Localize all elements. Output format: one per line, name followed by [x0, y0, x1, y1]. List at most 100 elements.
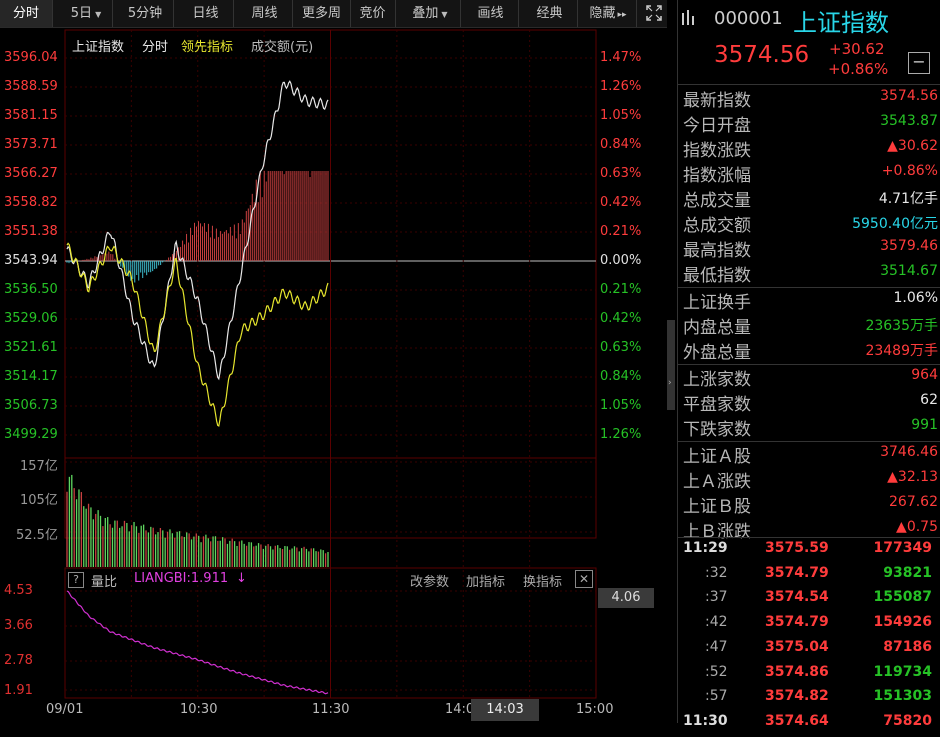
caret-down-icon: ▼ — [95, 10, 102, 19]
panel-splitter[interactable] — [667, 320, 675, 410]
tick-price: 3574.82 — [765, 688, 829, 705]
stat-row: 最低指数 3514.67 — [683, 261, 938, 286]
tab-draw-line[interactable]: 画线 — [463, 0, 519, 27]
tick-row: :47 3575.04 87186 — [683, 639, 938, 663]
last-price: 3574.56 — [714, 42, 810, 68]
stat-row: 外盘总量 23489万手 — [683, 338, 938, 363]
tick-price: 3574.86 — [765, 663, 829, 680]
change-value: +30.62 — [829, 40, 885, 58]
edit-params-button[interactable]: 改参数 — [410, 571, 449, 590]
stat-label: 指数涨幅 — [683, 166, 751, 186]
volume-axis-label: 157亿 — [20, 459, 58, 474]
stat-value: 964 — [911, 367, 938, 383]
pct-axis-label: 0.84% — [600, 369, 642, 384]
liangbi-axis-label: 1.91 — [4, 683, 33, 698]
tick-row: :52 3574.86 119734 — [683, 664, 938, 688]
overlay-dropdown[interactable]: 叠加 ▼ — [400, 0, 461, 27]
tab-more-periods[interactable]: 更多周 — [296, 0, 351, 27]
stat-label: 指数涨跌 — [683, 141, 751, 161]
volume-axis-label: 52.5亿 — [16, 528, 58, 543]
price-axis-label: 3551.38 — [4, 224, 58, 239]
pct-axis-label: 0.63% — [600, 166, 642, 181]
close-icon[interactable]: ✕ — [575, 570, 593, 588]
tick-volume: 119734 — [873, 663, 932, 680]
add-indicator-button[interactable]: 加指标 — [466, 571, 505, 590]
tab-classic[interactable]: 经典 — [522, 0, 578, 27]
bars-icon[interactable] — [681, 10, 695, 26]
tick-volume: 154926 — [873, 614, 932, 631]
stat-label: 上证Ａ股 — [683, 447, 751, 467]
pct-axis-label: 1.47% — [600, 50, 642, 65]
stat-value: 3543.87 — [880, 113, 938, 129]
price-axis-label: 3573.71 — [4, 137, 58, 152]
tick-row: :57 3574.82 151303 — [683, 688, 938, 712]
switch-indicator-button[interactable]: 换指标 — [523, 571, 562, 590]
help-button[interactable]: ? — [68, 572, 84, 588]
legend-leading: 领先指标 — [181, 40, 234, 55]
tab-weekly[interactable]: 周线 — [237, 0, 293, 27]
liangbi-axis-label: 3.66 — [4, 618, 33, 633]
stat-value: 4.71亿手 — [878, 191, 938, 207]
tick-price: 3574.79 — [765, 564, 829, 581]
price-axis-label: 3521.61 — [4, 340, 58, 355]
stat-value: ▲32.13 — [887, 469, 938, 485]
stat-row: 上Ｂ涨跌 ▲0.75 — [683, 517, 938, 542]
stock-name: 上证指数 — [793, 9, 889, 37]
price-axis-label: 3588.59 — [4, 79, 58, 94]
pct-axis-label: 0.00% — [600, 253, 642, 268]
volume-axis-label: 105亿 — [20, 493, 58, 508]
tick-volume: 151303 — [873, 688, 932, 705]
stat-row: 最新指数 3574.56 — [683, 86, 938, 111]
stat-row: 上涨家数 964 — [683, 365, 938, 390]
tab-auction[interactable]: 竞价 — [350, 0, 396, 27]
tab-5min[interactable]: 5分钟 — [117, 0, 174, 27]
tick-time: :37 — [705, 589, 728, 606]
hide-button[interactable]: 隐藏 ▸▸ — [580, 0, 637, 27]
down-arrow-icon: ↓ — [236, 571, 247, 586]
time-label: 11:30 — [312, 702, 350, 717]
stat-row: 下跌家数 991 — [683, 415, 938, 440]
price-axis-label: 3596.04 — [4, 50, 58, 65]
tick-row: :32 3574.79 93821 — [683, 565, 938, 589]
tick-row: 11:30 3574.64 75820 — [683, 713, 938, 737]
collapse-button[interactable]: − — [908, 52, 930, 74]
price-axis-label: 3499.29 — [4, 427, 58, 442]
intraday-chart[interactable] — [0, 28, 667, 723]
stat-row: 上证换手 1.06% — [683, 288, 938, 313]
tick-time: :42 — [705, 614, 728, 631]
stock-code: 000001 — [714, 8, 783, 29]
tab-5day[interactable]: 5日 ▼ — [60, 0, 113, 27]
tab-label: 更多周 — [302, 6, 342, 21]
tab-label: 周线 — [251, 6, 278, 21]
pct-axis-label: 1.26% — [600, 427, 642, 442]
pct-axis-label: 0.63% — [600, 340, 642, 355]
stat-label: 最低指数 — [683, 266, 751, 286]
tick-price: 3574.64 — [765, 712, 829, 729]
tick-price: 3574.79 — [765, 614, 829, 631]
tick-time: :47 — [705, 638, 728, 655]
price-axis-label: 3506.73 — [4, 398, 58, 413]
tick-time: :52 — [705, 663, 728, 680]
stat-label: 总成交额 — [683, 216, 751, 236]
double-arrow-icon: ▸▸ — [617, 10, 627, 20]
tab-label: 经典 — [536, 6, 563, 21]
stat-row: 总成交额 5950.40亿元 — [683, 211, 938, 236]
liangbi-cursor-value: 4.06 — [598, 588, 654, 608]
collapse-arrow-icon[interactable]: › — [668, 378, 672, 388]
tab-minute[interactable]: 分时 — [0, 0, 53, 27]
tick-row: 11:29 3575.59 177349 — [683, 540, 938, 564]
stat-row: 上证Ｂ股 267.62 — [683, 492, 938, 517]
price-axis-label: 3543.94 — [4, 253, 58, 268]
tick-time: 11:30 — [683, 712, 728, 729]
divider — [677, 537, 940, 538]
stat-value: 23635万手 — [865, 318, 938, 334]
stat-row: 总成交量 4.71亿手 — [683, 186, 938, 211]
tab-daily[interactable]: 日线 — [178, 0, 234, 27]
tick-price: 3575.59 — [765, 540, 829, 556]
liangbi-value: LIANGBI:1.911 — [134, 571, 229, 586]
fullscreen-icon[interactable] — [640, 0, 667, 27]
tick-volume: 177349 — [873, 540, 932, 556]
divider — [677, 84, 940, 85]
tab-label: 5日 — [70, 6, 93, 21]
price-axis-label: 3558.82 — [4, 195, 58, 210]
